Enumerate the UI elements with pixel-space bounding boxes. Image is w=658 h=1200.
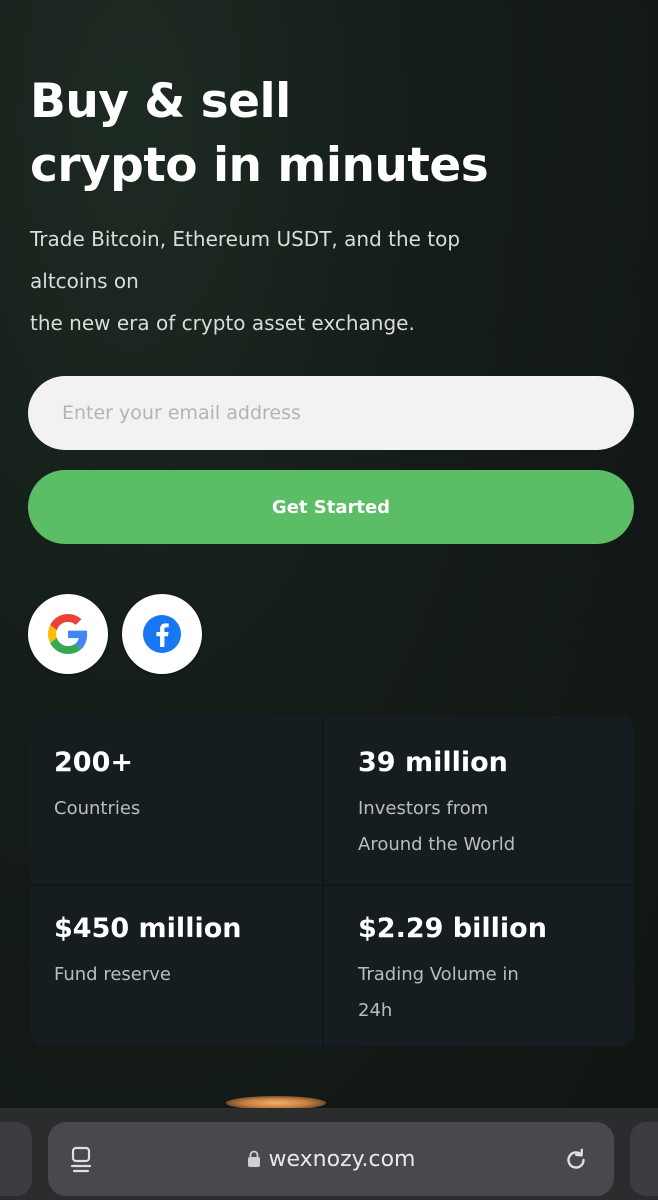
google-login-button[interactable] [28,594,108,674]
stat-label: Investors from [358,798,489,819]
stats-card: 200+ Countries 39 million Investors from… [30,716,634,1046]
url-text: wexnozy.com [268,1146,416,1172]
lock-icon [247,1150,260,1167]
hero-subtitle-line-3: the new era of crypto asset exchange. [30,311,415,335]
stat-label: Countries [54,798,141,819]
next-tab-preview[interactable] [630,1122,658,1196]
stat-value: $2.29 billion [358,913,547,944]
stat-value: 39 million [358,747,508,778]
stat-value: $450 million [54,913,242,944]
hero-subtitle-line-2: altcoins on [30,269,139,293]
facebook-login-button[interactable] [122,594,202,674]
stats-divider-horizontal [30,884,634,886]
stats-divider-vertical [322,716,324,1046]
email-input[interactable] [28,376,634,450]
stat-label: Trading Volume in [358,964,519,985]
hero-subtitle-line-1: Trade Bitcoin, Ethereum USDT, and the to… [30,227,461,251]
hero-title-line-2: crypto in minutes [30,138,489,193]
stat-label-line-2: Around the World [358,834,516,855]
google-icon [48,614,88,654]
stat-label: Fund reserve [54,964,171,985]
get-started-button[interactable]: Get Started [28,470,634,544]
browser-toolbar: wexnozy.com [0,1108,658,1200]
url-display[interactable]: wexnozy.com [48,1122,614,1196]
facebook-icon [143,615,181,653]
stat-countries: 200+ Countries [54,746,140,826]
stat-value: 200+ [54,747,133,778]
reload-icon[interactable] [562,1146,590,1174]
stat-label-line-2: 24h [358,1000,393,1021]
hero-subtitle: Trade Bitcoin, Ethereum USDT, and the to… [30,218,630,344]
address-bar[interactable]: wexnozy.com [48,1122,614,1196]
hero-title-line-1: Buy & sell [30,74,291,129]
hero-title: Buy & sell crypto in minutes [30,70,489,198]
stat-fund-reserve: $450 million Fund reserve [54,912,241,992]
stat-trading-volume: $2.29 billion Trading Volume in 24h [358,912,547,1028]
previous-tab-preview[interactable] [0,1122,32,1196]
stat-investors: 39 million Investors from Around the Wor… [358,746,515,862]
